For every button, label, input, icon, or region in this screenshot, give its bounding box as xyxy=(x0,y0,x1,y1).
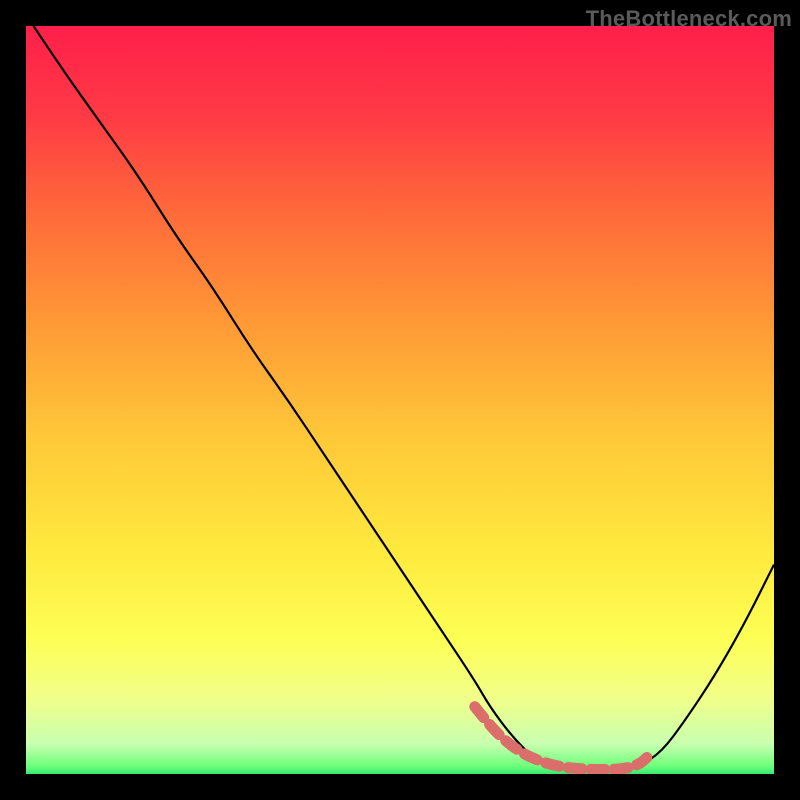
bottleneck-curve xyxy=(26,26,774,774)
plot-area xyxy=(26,26,774,774)
curve-line xyxy=(33,26,774,770)
chart-container: TheBottleneck.com xyxy=(0,0,800,800)
valley-segment-highlight xyxy=(475,707,647,770)
watermark-text: TheBottleneck.com xyxy=(586,6,792,32)
